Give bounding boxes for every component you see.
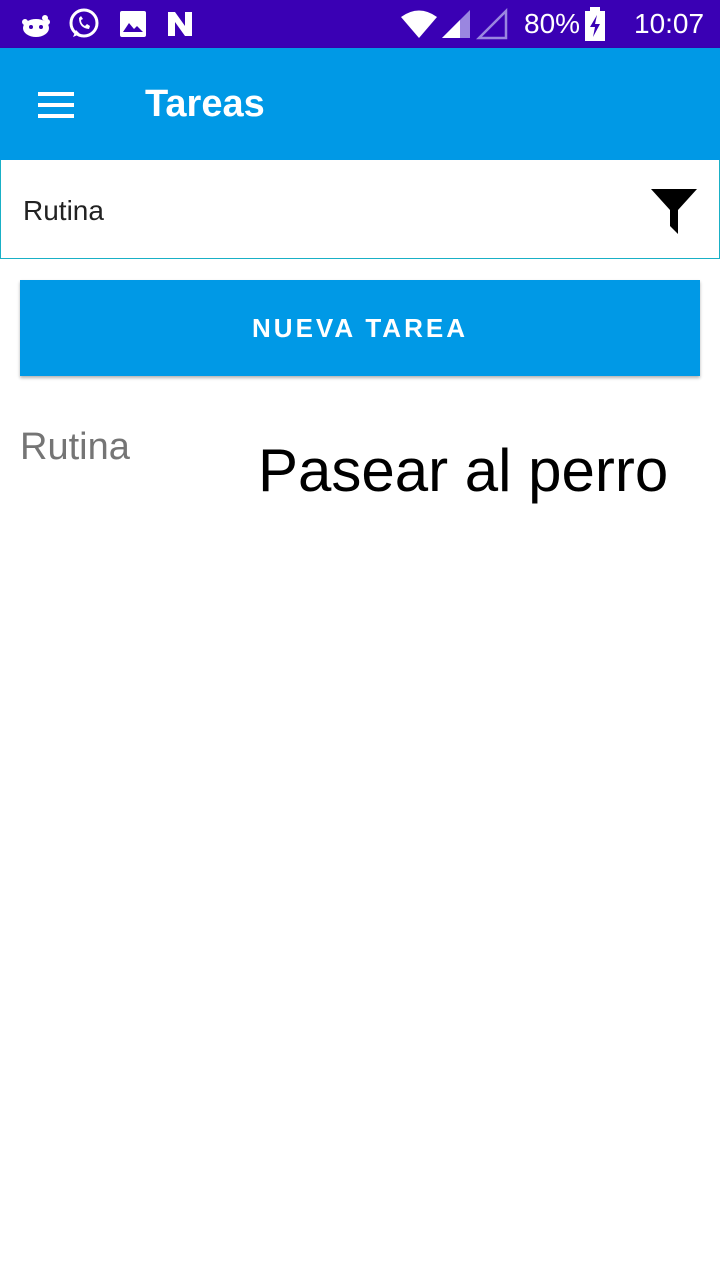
filter-field[interactable]: Rutina xyxy=(0,160,720,259)
status-bar: 80% 10:07 xyxy=(0,0,720,48)
signal-icon xyxy=(442,10,470,38)
wifi-icon xyxy=(401,10,437,38)
menu-icon[interactable] xyxy=(22,84,90,126)
battery-charging-icon xyxy=(585,7,605,41)
filter-value[interactable]: Rutina xyxy=(23,194,104,228)
whatsapp-icon xyxy=(69,8,99,38)
gallery-icon xyxy=(120,11,146,37)
task-category: Rutina xyxy=(20,426,130,468)
battery-percent: 80% xyxy=(524,8,581,39)
task-name: Pasear al perro xyxy=(258,437,669,504)
filter-icon[interactable] xyxy=(650,186,698,236)
new-task-button[interactable]: NUEVA TAREA xyxy=(20,280,700,376)
page-title: Tareas xyxy=(145,83,265,125)
n-icon xyxy=(168,12,192,36)
clock: 10:07 xyxy=(634,8,705,39)
reddit-icon xyxy=(22,15,50,37)
app-bar: Tareas xyxy=(0,48,720,160)
signal-empty-icon xyxy=(476,8,508,40)
